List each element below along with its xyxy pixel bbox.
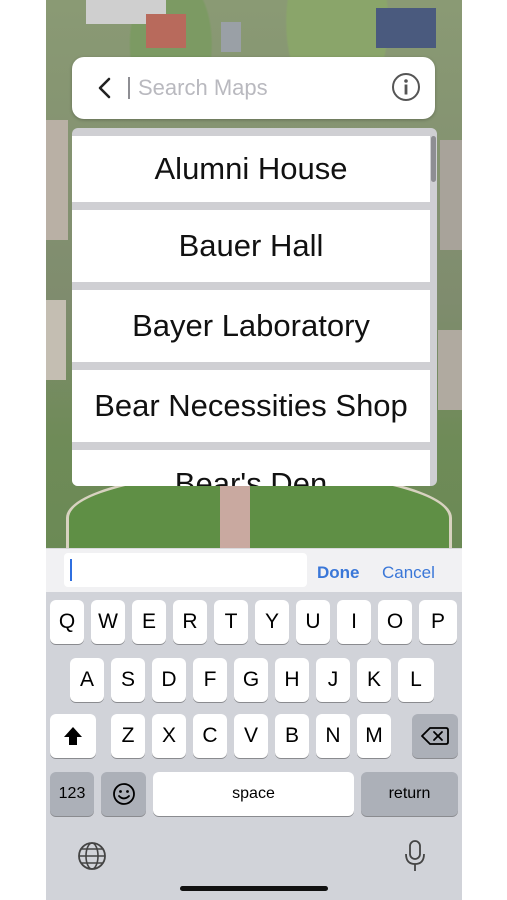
text-cursor xyxy=(70,559,72,581)
list-scrollbar[interactable] xyxy=(431,136,436,182)
cancel-button[interactable]: Cancel xyxy=(382,563,435,583)
globe-button[interactable] xyxy=(76,840,108,872)
shift-key[interactable] xyxy=(50,714,96,758)
search-divider xyxy=(128,77,130,99)
map-building xyxy=(438,330,462,410)
key-l[interactable]: L xyxy=(398,658,434,702)
accessory-text-field[interactable] xyxy=(64,553,307,587)
space-key[interactable]: space xyxy=(153,772,354,816)
backspace-icon xyxy=(421,727,449,745)
emoji-icon xyxy=(112,783,135,805)
back-button[interactable] xyxy=(90,71,120,105)
map-building xyxy=(221,22,241,52)
numbers-key[interactable]: 123 xyxy=(50,772,94,816)
search-input[interactable] xyxy=(138,69,378,107)
key-b[interactable]: B xyxy=(275,714,309,758)
key-t[interactable]: T xyxy=(214,600,248,644)
result-bear-necessities-shop[interactable]: Bear Necessities Shop xyxy=(72,370,430,442)
key-v[interactable]: V xyxy=(234,714,268,758)
emoji-key[interactable] xyxy=(101,772,146,816)
key-x[interactable]: X xyxy=(152,714,186,758)
search-bar xyxy=(72,57,435,119)
backspace-key[interactable] xyxy=(412,714,458,758)
keyboard-accessory-bar: Done Cancel xyxy=(46,548,462,593)
return-key[interactable]: return xyxy=(361,772,458,816)
key-r[interactable]: R xyxy=(173,600,207,644)
key-j[interactable]: J xyxy=(316,658,350,702)
key-z[interactable]: Z xyxy=(111,714,145,758)
key-c[interactable]: C xyxy=(193,714,227,758)
key-s[interactable]: S xyxy=(111,658,145,702)
keyboard: Q W E R T Y U I O P A S D F G H J K L Z … xyxy=(46,592,462,900)
key-y[interactable]: Y xyxy=(255,600,289,644)
key-g[interactable]: G xyxy=(234,658,268,702)
result-alumni-house[interactable]: Alumni House xyxy=(72,136,430,202)
result-bauer-hall[interactable]: Bauer Hall xyxy=(72,210,430,282)
key-o[interactable]: O xyxy=(378,600,412,644)
key-n[interactable]: N xyxy=(316,714,350,758)
key-u[interactable]: U xyxy=(296,600,330,644)
result-bayer-laboratory[interactable]: Bayer Laboratory xyxy=(72,290,430,362)
chevron-left-icon xyxy=(98,77,111,99)
map-building xyxy=(46,120,68,240)
info-button[interactable] xyxy=(391,72,421,102)
phone-screen: Alumni House Bauer Hall Bayer Laboratory… xyxy=(46,0,462,900)
map-walkway xyxy=(220,478,250,548)
key-k[interactable]: K xyxy=(357,658,391,702)
map-building xyxy=(376,8,436,48)
key-p[interactable]: P xyxy=(419,600,457,644)
search-results-list[interactable]: Alumni House Bauer Hall Bayer Laboratory… xyxy=(72,128,437,486)
map-building xyxy=(146,14,186,48)
key-f[interactable]: F xyxy=(193,658,227,702)
key-h[interactable]: H xyxy=(275,658,309,702)
key-w[interactable]: W xyxy=(91,600,125,644)
shift-icon xyxy=(64,727,82,745)
key-q[interactable]: Q xyxy=(50,600,84,644)
home-indicator[interactable] xyxy=(180,886,328,891)
map-building xyxy=(46,300,66,380)
key-i[interactable]: I xyxy=(337,600,371,644)
map-building xyxy=(440,140,462,250)
key-e[interactable]: E xyxy=(132,600,166,644)
globe-icon xyxy=(78,842,106,870)
key-a[interactable]: A xyxy=(70,658,104,702)
key-m[interactable]: M xyxy=(357,714,391,758)
result-bears-den[interactable]: Bear's Den xyxy=(72,450,430,486)
key-d[interactable]: D xyxy=(152,658,186,702)
dictation-button[interactable] xyxy=(402,838,428,874)
info-icon xyxy=(392,73,420,101)
microphone-icon xyxy=(405,840,425,871)
done-button[interactable]: Done xyxy=(317,563,360,583)
